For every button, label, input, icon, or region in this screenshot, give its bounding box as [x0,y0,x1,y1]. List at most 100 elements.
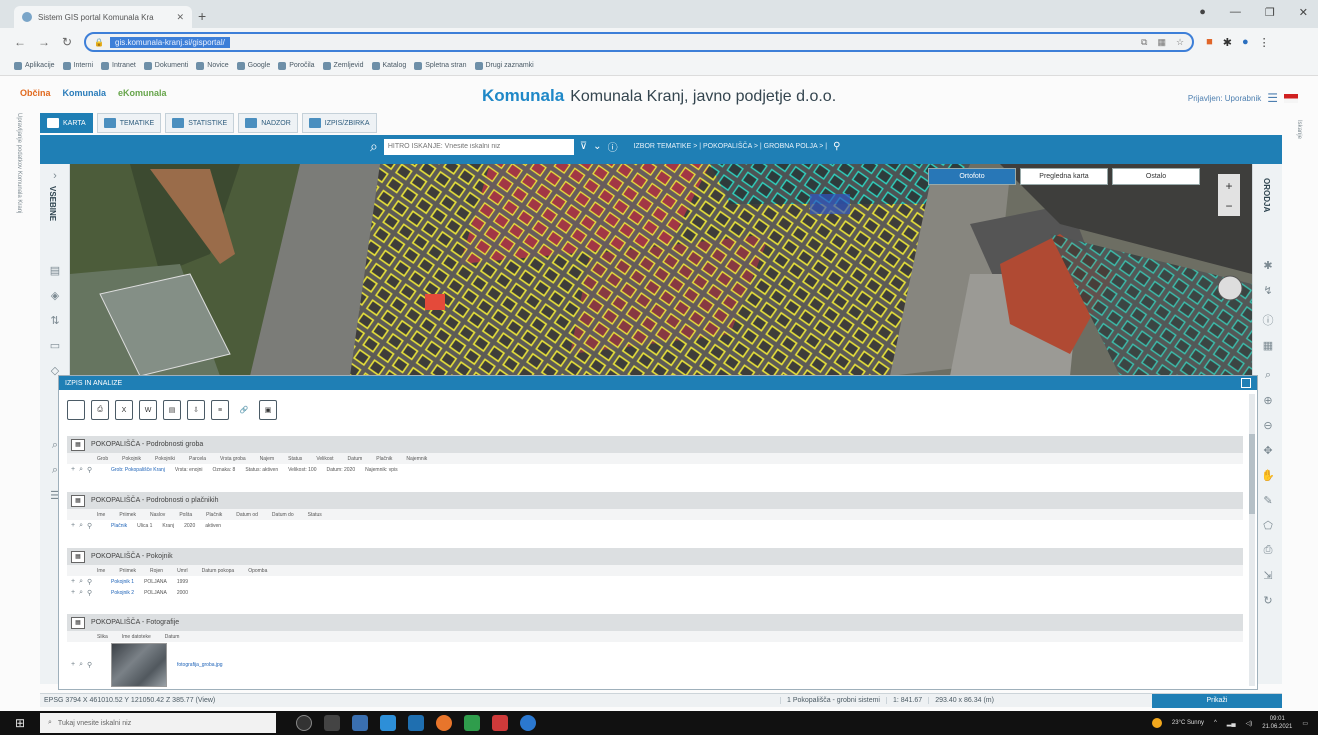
tab-nadzor[interactable]: NADZOR [238,113,298,133]
account-icon[interactable]: ● [1199,6,1206,19]
vsebine-label[interactable]: VSEBINE [48,186,57,221]
zoom-out-tool-icon[interactable]: ⊖ [1261,419,1275,433]
hamburger-menu-icon[interactable]: ☰ [1267,91,1278,105]
legend-icon[interactable]: ▤ [48,264,62,278]
browser-tab[interactable]: Sistem GIS portal Komunala Kra ✕ [14,6,192,28]
orthophoto-map[interactable]: + − [70,164,1252,376]
theme-breadcrumb[interactable]: IZBOR TEMATIKE > | POKOPALIŠČA > | GROBN… [634,143,828,150]
search-icon[interactable]: ⌕ [370,138,378,155]
hand-icon[interactable]: ✋ [1261,469,1275,483]
search-input[interactable] [383,138,574,155]
refresh-icon[interactable]: ↻ [1261,594,1275,608]
zoom-in-icon[interactable]: + [1225,179,1232,193]
info-icon[interactable]: ⓘ [1261,312,1275,327]
outer-right-label[interactable]: Iskanje [1296,120,1302,139]
search-tool-icon[interactable]: ⌕ [1261,369,1275,383]
polygon-icon[interactable]: ⬠ [1261,519,1275,533]
help-icon[interactable]: ⓘ [608,139,618,154]
bookmark-star-icon[interactable]: ☆ [1176,37,1184,48]
map-scale[interactable]: 1: 841.67 [886,697,928,704]
firefox-icon[interactable] [436,715,452,731]
sort-icon[interactable]: ⇅ [48,314,62,328]
network-icon[interactable]: ▂▄ [1227,720,1236,727]
task-view-icon[interactable] [324,715,340,731]
taskbar-search[interactable]: ⌕ Tukaj vnesite iskalni niz [40,713,276,733]
map-view[interactable]: + − [70,164,1252,376]
pin-icon[interactable]: ⚲ [833,141,840,152]
tool-layers-icon[interactable]: ✱ [1261,259,1275,273]
pencil-icon[interactable]: ✎ [1261,494,1275,508]
volume-icon[interactable]: ◁) [1246,720,1253,727]
zoom-to-icon[interactable]: ⌕ [79,466,83,474]
notifications-icon[interactable]: ▭ [1302,720,1308,727]
bookmark-item[interactable]: Drugi zaznamki [474,61,534,70]
print-icon[interactable]: ⎙ [91,400,109,420]
expand-row-icon[interactable]: + [71,578,75,586]
bookmark-item[interactable]: Google [236,61,270,70]
section-header[interactable]: ▦ POKOPALIŠČA - Pokojnik [67,548,1243,565]
expand-row-icon[interactable]: + [71,522,75,530]
table-row[interactable]: + ⌕ ⚲ fotografija_groba.jpg [67,642,1243,688]
section-header[interactable]: ▦ POKOPALIŠČA - Podrobnosti groba [67,436,1243,453]
table-row[interactable]: + ⌕ ⚲ Plačnik Ulica 1 Kranj 2020 aktiven [67,520,1243,531]
acrobat-icon[interactable] [492,715,508,731]
language-flag-icon[interactable] [1284,93,1298,103]
grave-photo-thumbnail[interactable] [111,643,167,687]
pdf-icon[interactable]: ▤ [163,400,181,420]
bookmark-item[interactable]: Dokumenti [143,61,188,70]
translate-icon[interactable]: ⧉ [1141,37,1147,48]
bookmark-item[interactable]: Zemljevid [322,61,364,70]
clock[interactable]: 09:01 21.06.2021 [1262,715,1292,731]
print-tool-icon[interactable]: ⎙ [1261,544,1275,558]
basemap-ortofoto-button[interactable]: Ortofoto [928,168,1016,185]
status-action-button[interactable]: Prikaži [1152,693,1282,708]
locate-icon[interactable]: ⚲ [87,466,92,474]
results-scrollbar[interactable] [1249,394,1255,686]
user-name[interactable]: Prijavljen: Uporabnik [1188,94,1261,103]
extent-icon[interactable]: ✥ [1261,444,1275,458]
active-layer[interactable]: 1 Pokopališča - grobni sistemi [780,697,886,704]
cortana-icon[interactable] [296,715,312,731]
filter-icon[interactable]: ⊽ [580,141,587,152]
user-menu[interactable]: Prijavljen: Uporabnik ☰ [1188,91,1298,105]
excel-app-icon[interactable] [464,715,480,731]
minimize-icon[interactable]: — [1230,6,1241,19]
bookmark-item[interactable]: Novice [196,61,229,70]
export-tool-icon[interactable]: ⇲ [1261,569,1275,583]
scrollbar-thumb[interactable] [1249,434,1255,514]
export-icon[interactable]: ⇩ [187,400,205,420]
zoom-tool-icon[interactable]: ⊕ [1261,394,1275,408]
locate-icon[interactable]: ⚲ [87,578,92,586]
extension-icon[interactable]: ■ [1206,36,1213,49]
chrome-icon[interactable] [520,715,536,731]
tray-chevron-icon[interactable]: ^ [1214,720,1217,726]
document-icon[interactable]: ▭ [48,339,62,353]
new-tab-icon[interactable]: + [198,8,206,24]
locate-icon[interactable]: ⚲ [87,522,92,530]
bookmark-item[interactable]: Aplikacije [14,61,55,70]
bookmark-item[interactable]: Poročila [278,61,315,70]
zoom-out-icon[interactable]: − [1225,199,1232,213]
brand-link-obcina[interactable]: Občina [20,88,51,98]
brand-link-ekomunala[interactable]: eKomunala [118,88,167,98]
mail-icon[interactable] [408,715,424,731]
zoom-to-icon[interactable]: ⌕ [79,578,83,586]
outer-left-label[interactable]: Upravljanje podatkov Komunala Kranj [16,113,22,213]
tab-statistike[interactable]: STATISTIKE [165,113,235,133]
reload-icon[interactable]: ↻ [62,35,72,49]
windows-start-icon[interactable]: ⊞ [0,711,40,735]
excel-icon[interactable]: X [115,400,133,420]
puzzle-icon[interactable]: ✱ [1223,36,1232,49]
tool-route-icon[interactable]: ↯ [1261,284,1275,298]
layers-side-icon[interactable]: ◈ [48,289,62,303]
profile-icon[interactable]: ● [1242,36,1249,49]
bookmark-item[interactable]: Interni [62,61,93,70]
table-row[interactable]: + ⌕ ⚲ Pokojnik 1 POLJANA 1999 [67,576,1243,587]
new-doc-icon[interactable] [67,400,85,420]
tab-karta[interactable]: KARTA [40,113,93,133]
expand-row-icon[interactable]: + [71,589,75,597]
forward-icon[interactable]: → [38,35,50,49]
basemap-ostalo-button[interactable]: Ostalo [1112,168,1200,185]
expand-row-icon[interactable]: + [71,466,75,474]
orodja-label[interactable]: ORODJA [1262,178,1271,212]
